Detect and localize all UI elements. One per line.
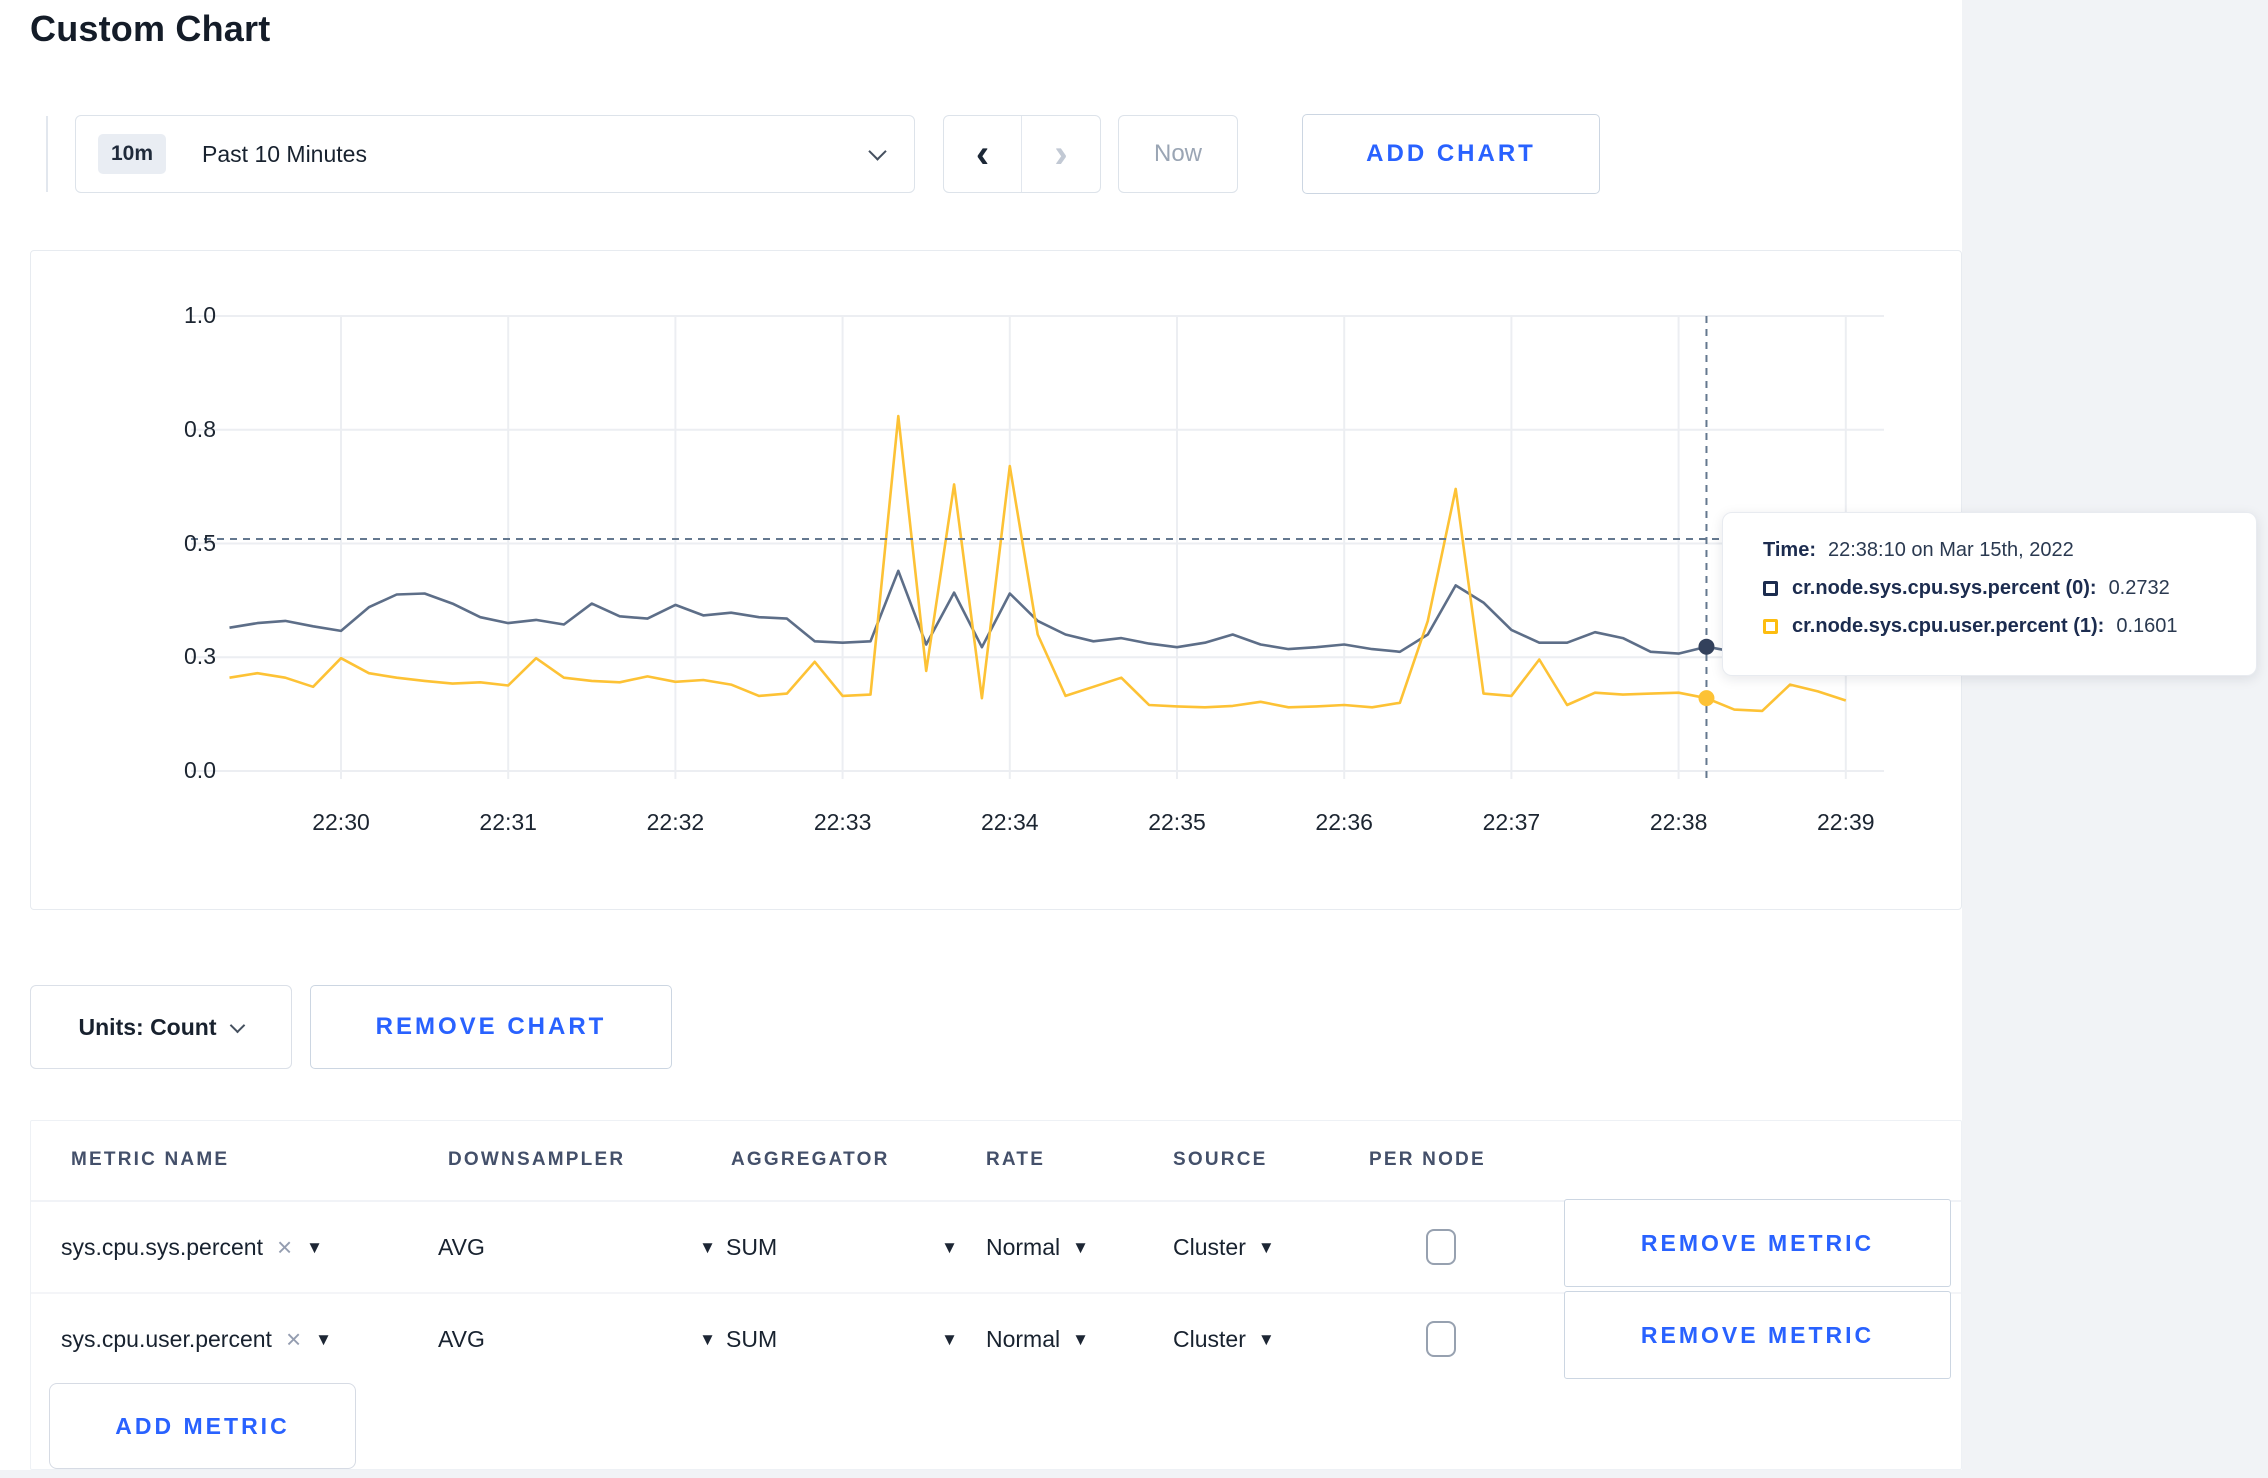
- x-tick-label: 22:31: [479, 809, 537, 835]
- col-header-per-node: PER NODE: [1369, 1149, 1486, 1170]
- y-tick-label: 0.8: [184, 415, 216, 442]
- col-header-downsampler: DOWNSAMPLER: [448, 1149, 626, 1170]
- source-value: Cluster: [1173, 1325, 1246, 1352]
- aggregator-value: SUM: [726, 1325, 778, 1352]
- x-tick-label: 22:34: [981, 809, 1039, 835]
- rate-select[interactable]: Normal ▼: [986, 1293, 1089, 1385]
- units-select-label: Units: Count: [78, 1013, 217, 1040]
- tooltip-series-row: cr.node.sys.cpu.sys.percent (0): 0.2732: [1763, 577, 2256, 600]
- tooltip-time-value: 22:38:10 on Mar 15th, 2022: [1827, 539, 2074, 561]
- units-select[interactable]: Units: Count: [30, 985, 292, 1069]
- x-tick-label: 22:38: [1649, 809, 1708, 835]
- dropdown-caret-icon: ▼: [1257, 1329, 1275, 1349]
- x-tick-label: 22:33: [813, 809, 872, 835]
- per-node-cell: [1426, 1293, 1456, 1385]
- per-node-checkbox[interactable]: [1426, 1229, 1456, 1265]
- y-tick-label: 0.3: [184, 643, 216, 670]
- dropdown-caret-icon: ▼: [941, 1237, 958, 1257]
- per-node-cell: [1426, 1201, 1456, 1293]
- metric-row: sys.cpu.sys.percent × ▼ AVG ▼ SUM ▼ Norm…: [31, 1199, 1961, 1293]
- y-tick-label: 0.5: [184, 529, 216, 556]
- tooltip-series-value: 0.1601: [2116, 615, 2178, 637]
- x-tick-label: 22:32: [646, 809, 705, 835]
- aggregator-select[interactable]: SUM ▼: [726, 1293, 958, 1385]
- chevron-down-icon: [868, 141, 887, 161]
- tooltip-series-value: 0.2732: [2108, 577, 2170, 599]
- col-header-source: SOURCE: [1173, 1149, 1268, 1170]
- metric-name-value: sys.cpu.sys.percent: [61, 1233, 263, 1260]
- dropdown-caret-icon: ▼: [1072, 1329, 1089, 1349]
- dropdown-caret-icon: ▼: [1257, 1237, 1275, 1257]
- source-select[interactable]: Cluster ▼: [1173, 1201, 1275, 1293]
- tooltip-series-label: cr.node.sys.cpu.user.percent (1):: [1792, 615, 2105, 637]
- tooltip-series-label: cr.node.sys.cpu.sys.percent (0):: [1792, 577, 2097, 599]
- chevron-left-icon: ‹: [975, 132, 990, 176]
- metric-name-select[interactable]: sys.cpu.user.percent × ▼: [61, 1293, 421, 1385]
- toolbar-divider: [46, 116, 48, 192]
- time-range-badge: 10m: [98, 134, 167, 174]
- page-title: Custom Chart: [30, 8, 271, 49]
- remove-metric-button[interactable]: REMOVE METRIC: [1564, 1199, 1951, 1287]
- x-tick-label: 22:36: [1315, 809, 1373, 835]
- rate-value: Normal: [986, 1325, 1061, 1352]
- tooltip-time-row: Time: 22:38:10 on Mar 15th, 2022: [1763, 539, 2256, 562]
- downsampler-select[interactable]: AVG ▼: [438, 1201, 716, 1293]
- x-tick-label: 22:39: [1817, 809, 1875, 835]
- per-node-checkbox[interactable]: [1426, 1321, 1456, 1357]
- col-header-metric-name: METRIC NAME: [71, 1149, 230, 1170]
- time-pager: ‹ ›: [943, 115, 1101, 193]
- tooltip-time-label: Time:: [1763, 539, 1816, 561]
- y-tick-label: 0.0: [184, 757, 216, 783]
- x-tick-label: 22:35: [1148, 809, 1206, 835]
- metric-name-select[interactable]: sys.cpu.sys.percent × ▼: [61, 1201, 421, 1293]
- dropdown-caret-icon: ▼: [699, 1329, 716, 1349]
- chevron-right-icon: ›: [1054, 132, 1068, 176]
- x-tick-label: 22:37: [1482, 809, 1541, 835]
- previous-time-button[interactable]: ‹: [944, 116, 1022, 192]
- now-button[interactable]: Now: [1118, 115, 1238, 193]
- clear-metric-icon[interactable]: ×: [286, 1326, 301, 1352]
- dropdown-caret-icon: ▼: [306, 1237, 323, 1257]
- downsampler-select[interactable]: AVG ▼: [438, 1293, 716, 1385]
- aggregator-select[interactable]: SUM ▼: [726, 1201, 958, 1293]
- chart-hover-tooltip: Time: 22:38:10 on Mar 15th, 2022 cr.node…: [1722, 512, 2257, 676]
- user-series-swatch-icon: [1763, 619, 1778, 634]
- remove-chart-button[interactable]: REMOVE CHART: [310, 985, 672, 1069]
- x-tick-label: 22:30: [312, 809, 370, 835]
- downsampler-value: AVG: [438, 1325, 485, 1352]
- metric-row: sys.cpu.user.percent × ▼ AVG ▼ SUM ▼ Nor…: [31, 1291, 1961, 1385]
- chevron-down-icon: [230, 1017, 246, 1033]
- add-metric-button[interactable]: ADD METRIC: [49, 1383, 356, 1469]
- col-header-aggregator: AGGREGATOR: [731, 1149, 890, 1170]
- next-time-button[interactable]: ›: [1022, 116, 1100, 192]
- dropdown-caret-icon: ▼: [941, 1329, 958, 1349]
- metric-name-value: sys.cpu.user.percent: [61, 1325, 272, 1352]
- metrics-table: METRIC NAME DOWNSAMPLER AGGREGATOR RATE …: [30, 1120, 1962, 1470]
- time-range-label: Past 10 Minutes: [202, 140, 367, 167]
- clear-metric-icon[interactable]: ×: [277, 1234, 292, 1260]
- tooltip-series-row: cr.node.sys.cpu.user.percent (1): 0.1601: [1763, 615, 2256, 638]
- time-range-select[interactable]: 10m Past 10 Minutes: [75, 115, 915, 193]
- downsampler-value: AVG: [438, 1233, 485, 1260]
- dropdown-caret-icon: ▼: [699, 1237, 716, 1257]
- dropdown-caret-icon: ▼: [315, 1329, 332, 1349]
- add-chart-button[interactable]: ADD CHART: [1302, 114, 1600, 194]
- dropdown-caret-icon: ▼: [1072, 1237, 1089, 1257]
- col-header-rate: RATE: [986, 1149, 1046, 1170]
- source-value: Cluster: [1173, 1233, 1246, 1260]
- sys-series-swatch-icon: [1763, 581, 1778, 596]
- source-select[interactable]: Cluster ▼: [1173, 1293, 1275, 1385]
- chart-card: 1.0 0.8 0.5 0.3 0.0 22:30 22:31 22:32 22:33 22:3…: [30, 250, 1962, 910]
- y-tick-label: 1.0: [184, 302, 216, 328]
- remove-metric-button[interactable]: REMOVE METRIC: [1564, 1291, 1951, 1379]
- aggregator-value: SUM: [726, 1233, 778, 1260]
- rate-value: Normal: [986, 1233, 1061, 1260]
- custom-chart-page: Custom Chart 10m Past 10 Minutes ‹ › Now…: [0, 0, 1962, 1470]
- rate-select[interactable]: Normal ▼: [986, 1201, 1089, 1293]
